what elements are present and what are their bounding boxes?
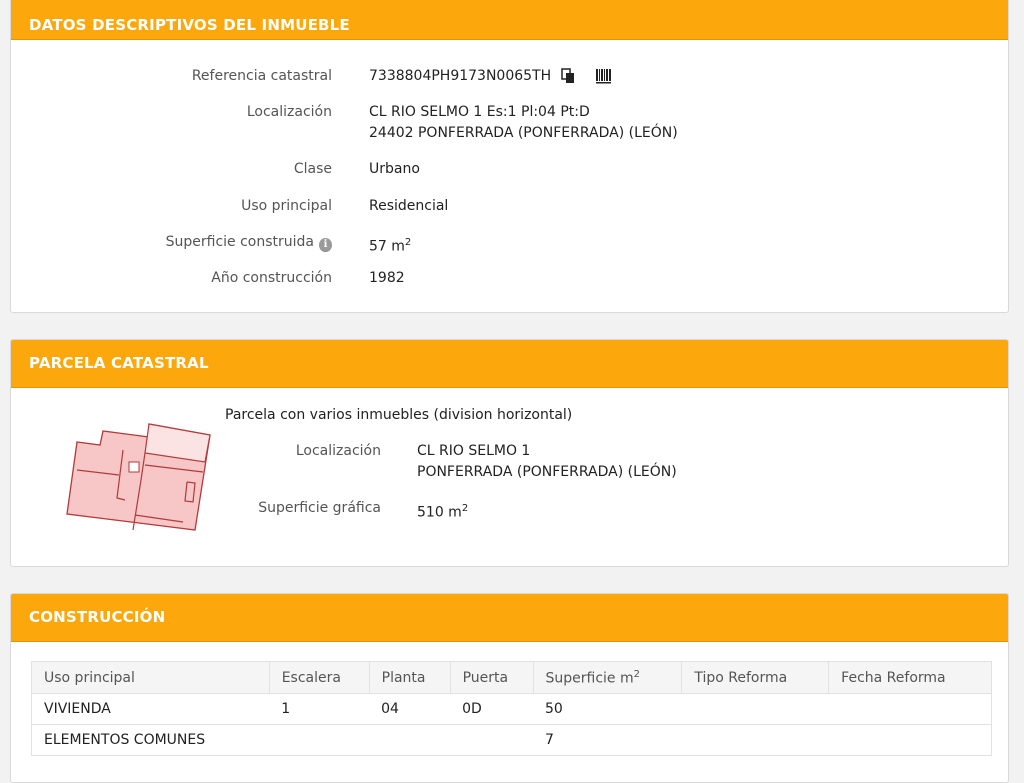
superficie-label: Superficie construida (165, 234, 314, 250)
col-superficie-text: Superficie m (545, 670, 634, 687)
cell-uso: ELEMENTOS COMUNES (31, 724, 270, 756)
info-icon[interactable]: i (319, 238, 332, 252)
cell-escalera (269, 724, 370, 756)
parcela-descripcion: Parcela con varios inmuebles (division h… (225, 407, 573, 423)
col-tipo-reforma: Tipo Reforma (681, 661, 830, 694)
parcela-localizacion-label: Localización (295, 443, 381, 459)
superficie-value: 57 m (369, 238, 405, 255)
inmueble-header-title: DATOS DESCRIPTIVOS DEL INMUEBLE (29, 16, 350, 34)
col-superficie-sup: 2 (633, 668, 640, 680)
parcela-superficie-group: 510 m2 (417, 498, 468, 524)
barcode-icon[interactable] (596, 68, 612, 88)
cell-escalera: 1 (269, 693, 370, 725)
col-fecha-reforma: Fecha Reforma (828, 661, 992, 694)
cell-superficie: 50 (533, 693, 682, 725)
superficie-value-group: 57 m2 (369, 232, 411, 258)
cell-fecha-reforma (828, 693, 992, 725)
parcela-localizacion-line2: PONFERRADA (PONFERRADA) (LEÓN) (417, 464, 677, 480)
clase-label: Clase (293, 161, 332, 177)
parcela-superficie-value: 510 m (417, 504, 462, 521)
cell-planta: 04 (369, 693, 451, 725)
anio-value: 1982 (369, 270, 405, 286)
inmueble-header: DATOS DESCRIPTIVOS DEL INMUEBLE (11, 0, 1008, 40)
construccion-table: Uso principal Escalera Planta Puerta Sup… (31, 661, 992, 756)
uso-label: Uso principal (241, 198, 332, 214)
cell-tipo-reforma (681, 724, 829, 756)
inmueble-panel: DATOS DESCRIPTIVOS DEL INMUEBLE Referenc… (10, 0, 1009, 313)
construccion-panel: CONSTRUCCIÓN Uso principal Escalera Plan… (10, 593, 1009, 783)
col-planta: Planta (368, 661, 451, 694)
clase-value: Urbano (369, 161, 420, 177)
parcela-plot-image[interactable] (63, 420, 215, 535)
superficie-label-group: Superficie construida i (11, 234, 332, 252)
copy-icon[interactable] (561, 68, 575, 88)
cell-planta (369, 724, 451, 756)
table-header-row: Uso principal Escalera Planta Puerta Sup… (31, 661, 992, 694)
cell-uso: VIVIENDA (31, 693, 270, 725)
col-superficie: Superficie m2 (532, 661, 683, 694)
cell-fecha-reforma (828, 724, 992, 756)
table-row: VIVIENDA 1 04 0D 50 (31, 693, 992, 725)
anio-label: Año construcción (211, 270, 332, 286)
parcela-superficie-sup: 2 (461, 503, 469, 514)
referencia-value[interactable]: 7338804PH9173N0065TH (369, 66, 551, 87)
superficie-unit-sup: 2 (404, 237, 412, 248)
parcela-localizacion-line1: CL RIO SELMO 1 (417, 443, 531, 459)
col-uso: Uso principal (31, 661, 270, 694)
parcela-panel: PARCELA CATASTRAL Parcela con varios inm… (10, 339, 1009, 567)
col-escalera: Escalera (268, 661, 370, 694)
parcela-superficie-label: Superficie gráfica (258, 500, 381, 516)
localizacion-label: Localización (246, 104, 332, 120)
localizacion-line1: CL RIO SELMO 1 Es:1 Pl:04 Pt:D (369, 104, 590, 120)
col-puerta: Puerta (449, 661, 534, 694)
construccion-header: CONSTRUCCIÓN (11, 594, 1008, 642)
table-row: ELEMENTOS COMUNES 7 (31, 724, 992, 756)
uso-value: Residencial (369, 198, 449, 214)
cell-tipo-reforma (681, 693, 829, 725)
localizacion-line2: 24402 PONFERRADA (PONFERRADA) (LEÓN) (369, 125, 678, 141)
cell-superficie: 7 (533, 724, 682, 756)
referencia-label: Referencia catastral (191, 68, 332, 84)
cell-puerta (450, 724, 533, 756)
parcela-header: PARCELA CATASTRAL (11, 340, 1008, 388)
cell-puerta: 0D (450, 693, 533, 725)
